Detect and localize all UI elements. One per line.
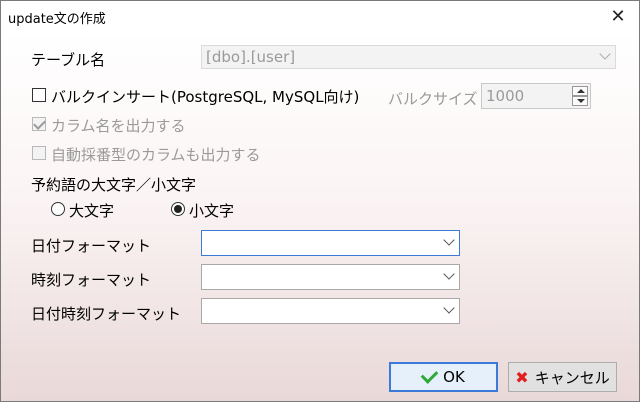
auto-number-label: 自動採番型のカラムも出力する [51,146,261,164]
dialog-window: update文の作成 ✕ テーブル名 [dbo].[user] バルクインサート… [0,0,640,402]
bulk-insert-checkbox[interactable] [32,88,46,102]
time-format-select[interactable] [201,264,460,290]
title-bar: update文の作成 ✕ [1,1,639,32]
bulk-size-spinner[interactable]: 1000 [481,83,591,109]
table-name-label: テーブル名 [31,51,106,69]
bulk-size-value: 1000 [486,87,525,105]
reserved-words-label: 予約語の大文字／小文字 [31,176,197,194]
column-names-checkbox[interactable] [32,117,46,131]
ok-button-label: OK [443,368,465,386]
spin-up-button[interactable] [572,86,588,96]
date-format-label: 日付フォーマット [31,237,152,255]
chevron-down-icon [443,234,455,246]
datetime-format-label: 日付時刻フォーマット [31,305,182,323]
date-format-select[interactable] [201,230,460,256]
chevron-down-icon [443,302,455,314]
time-format-label: 時刻フォーマット [31,271,152,289]
radio-selected-dot [174,205,182,213]
uppercase-radio[interactable] [51,202,65,216]
column-names-label: カラム名を出力する [51,117,186,135]
checkmark-icon [33,117,46,130]
bulk-size-label: バルクサイズ [388,90,478,108]
arrow-down-icon [577,99,585,103]
chevron-down-icon [599,48,611,60]
ok-button[interactable]: OK [389,362,498,392]
cancel-button[interactable]: ✖ キャンセル [508,362,617,392]
close-x-icon: ✖ [515,367,529,387]
check-icon [420,366,439,384]
spinner-buttons [572,86,588,106]
bulk-insert-label: バルクインサート(PostgreSQL, MySQL向け) [51,88,360,106]
window-title: update文の作成 [8,12,106,27]
lowercase-radio[interactable] [171,202,185,216]
close-icon[interactable]: ✕ [601,4,635,30]
datetime-format-select[interactable] [201,298,460,324]
uppercase-label: 大文字 [69,202,115,220]
lowercase-label: 小文字 [189,202,235,220]
auto-number-checkbox[interactable] [32,146,46,160]
dialog-body: テーブル名 [dbo].[user] バルクインサート(PostgreSQL, … [1,32,639,401]
table-name-value: [dbo].[user] [206,48,296,66]
table-name-select[interactable]: [dbo].[user] [201,45,616,69]
arrow-up-icon [577,89,585,93]
spin-down-button[interactable] [572,96,588,106]
chevron-down-icon [443,268,455,280]
cancel-button-label: キャンセル [534,368,610,387]
